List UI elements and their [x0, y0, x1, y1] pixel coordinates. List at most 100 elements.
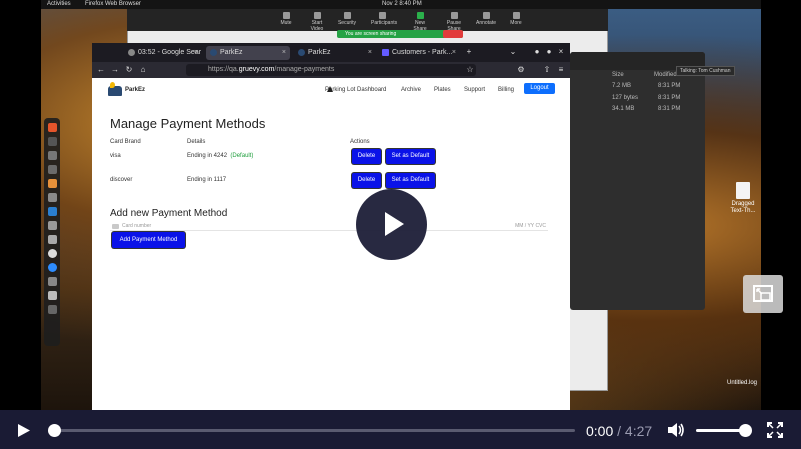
close-tab-icon[interactable]: × — [282, 46, 286, 60]
close-tab-icon[interactable]: × — [194, 46, 198, 60]
parkez-favicon-icon — [210, 49, 217, 56]
play-overlay-button[interactable] — [356, 189, 427, 260]
text-icon[interactable] — [47, 235, 57, 244]
chart-icon[interactable] — [47, 165, 57, 174]
add-payment-method-button[interactable]: Add Payment Method — [112, 232, 185, 248]
maximize-icon[interactable]: ● — [544, 47, 554, 57]
card-number-placeholder: Card number — [122, 223, 152, 229]
zoom-pause-share-button[interactable]: Pause Share — [443, 11, 465, 32]
add-method-heading: Add new Payment Method — [110, 208, 228, 219]
share-icon[interactable]: ⇧ — [542, 65, 552, 75]
letterbox-right — [761, 0, 801, 410]
activities-label[interactable]: Activities — [47, 1, 71, 7]
set-default-button[interactable]: Set as Default — [386, 173, 435, 188]
nav-archive[interactable]: Archive — [401, 87, 421, 93]
bookmark-star-icon[interactable]: ☆ — [465, 65, 475, 75]
zoom-more-button[interactable]: More — [505, 11, 527, 29]
picture-in-picture-icon — [753, 285, 773, 302]
stripe-icon — [382, 49, 389, 56]
google-icon — [128, 49, 135, 56]
files-row[interactable]: 34.1 MB 8:31 PM — [570, 105, 705, 115]
zoom-security-button[interactable]: Security — [336, 11, 358, 29]
twitter-icon[interactable] — [47, 207, 57, 216]
zoom-annotate-button[interactable]: Annotate — [475, 11, 497, 29]
default-badge: (Default) — [230, 153, 254, 159]
volume-icon[interactable] — [667, 422, 685, 438]
desktop-file-icon[interactable]: Untitled.log — [722, 380, 762, 387]
url-domain: gruevy.com — [238, 66, 275, 73]
column-actions: Actions — [350, 139, 370, 145]
app-name: Firefox Web Browser — [85, 1, 141, 7]
address-bar[interactable]: https://qa.gruevy.com/manage-payments — [186, 64, 476, 76]
play-icon[interactable] — [17, 423, 31, 438]
trash-icon[interactable] — [47, 305, 57, 314]
mouse-cursor-icon — [327, 86, 333, 92]
browser-tab-active[interactable]: ParkEz × — [206, 46, 290, 60]
page-title: Manage Payment Methods — [110, 116, 266, 131]
close-window-icon[interactable]: × — [556, 47, 566, 57]
delete-button[interactable]: Delete — [352, 149, 381, 164]
progress-handle[interactable] — [48, 424, 61, 437]
parkez-favicon-icon — [298, 49, 305, 56]
zoom-video-button[interactable]: Start Video — [306, 11, 328, 32]
video-player[interactable]: Activities Firefox Web Browser Nov 2 8:4… — [0, 0, 801, 449]
brand-name: ParkEz — [125, 87, 146, 93]
zoom-toolbar: Mute Start Video Security Participants N… — [127, 9, 608, 32]
editor-icon[interactable] — [47, 221, 57, 230]
new-tab-icon[interactable]: + — [464, 47, 474, 57]
close-tab-icon[interactable]: × — [452, 46, 456, 60]
chrome-icon[interactable] — [47, 249, 57, 258]
duration: 4:27 — [624, 423, 653, 439]
progress-bar[interactable] — [54, 429, 575, 432]
browser-tab[interactable]: Customers - Park... × — [378, 46, 460, 60]
zoom-participants-button[interactable]: Participants — [371, 11, 397, 29]
notes-icon[interactable] — [47, 277, 57, 286]
set-default-button[interactable]: Set as Default — [386, 149, 435, 164]
column-details: Details — [187, 139, 206, 145]
firefox-icon[interactable] — [47, 123, 57, 132]
minimize-icon[interactable]: ● — [532, 47, 542, 57]
browser-tab[interactable]: ParkEz × — [294, 46, 376, 60]
terminal-icon[interactable] — [47, 137, 57, 146]
system-clock: Nov 2 8:40 PM — [382, 1, 422, 7]
navigation-toolbar: ← → ↻ ⌂ https://qa.gruevy.com/manage-pay… — [92, 62, 570, 78]
files-icon[interactable] — [47, 193, 57, 202]
files-row[interactable]: 127 bytes 8:31 PM — [570, 94, 705, 104]
card-details: Ending in 4242 (Default) — [187, 153, 254, 159]
extensions-icon[interactable]: ⚙ — [516, 65, 526, 75]
settings-icon[interactable] — [47, 151, 57, 160]
files-row[interactable]: 7.2 MB 8:31 PM — [570, 82, 705, 92]
browser-tab[interactable]: 03:52 - Google Sear × — [124, 46, 202, 60]
picture-in-picture-button[interactable] — [743, 275, 783, 313]
nav-parking-lot-dashboard[interactable]: Parking Lot Dashboard — [325, 87, 386, 93]
forward-icon[interactable]: → — [110, 65, 120, 75]
store-icon[interactable] — [47, 179, 57, 188]
site-logo[interactable]: ParkEz — [108, 82, 148, 99]
share-status-strip: You are screen sharing — [337, 30, 463, 38]
nav-support[interactable]: Support — [464, 87, 485, 93]
app-icon[interactable] — [47, 291, 57, 300]
back-icon[interactable]: ← — [96, 65, 106, 75]
close-tab-icon[interactable]: × — [368, 46, 372, 60]
document-icon — [736, 182, 750, 199]
nav-billing[interactable]: Billing — [498, 87, 514, 93]
stop-share-button[interactable] — [443, 30, 463, 38]
desktop-file-icon[interactable]: Dragged Text-Th... — [726, 182, 760, 215]
home-icon[interactable]: ⌂ — [138, 65, 148, 75]
web-page: ParkEz Parking Lot Dashboard Archive Pla… — [92, 78, 570, 410]
card-input-field[interactable]: Card number MM / YY CVC — [110, 223, 548, 231]
reload-icon[interactable]: ↻ — [124, 65, 134, 75]
fullscreen-icon[interactable] — [767, 422, 783, 438]
app-dock — [44, 118, 60, 346]
nav-plates[interactable]: Plates — [434, 87, 451, 93]
menu-icon[interactable]: ≡ — [556, 65, 566, 75]
volume-handle[interactable] — [738, 424, 752, 437]
zoom-mute-button[interactable]: Mute — [275, 11, 297, 29]
zoom-icon[interactable] — [47, 263, 57, 272]
share-status-text: You are screen sharing — [345, 31, 397, 37]
zoom-new-share-button[interactable]: New Share — [409, 11, 431, 32]
logout-button[interactable]: Logout — [524, 83, 555, 94]
tab-list-icon[interactable]: ⌄ — [508, 47, 518, 57]
system-top-bar: Activities Firefox Web Browser Nov 2 8:4… — [41, 0, 761, 9]
delete-button[interactable]: Delete — [352, 173, 381, 188]
